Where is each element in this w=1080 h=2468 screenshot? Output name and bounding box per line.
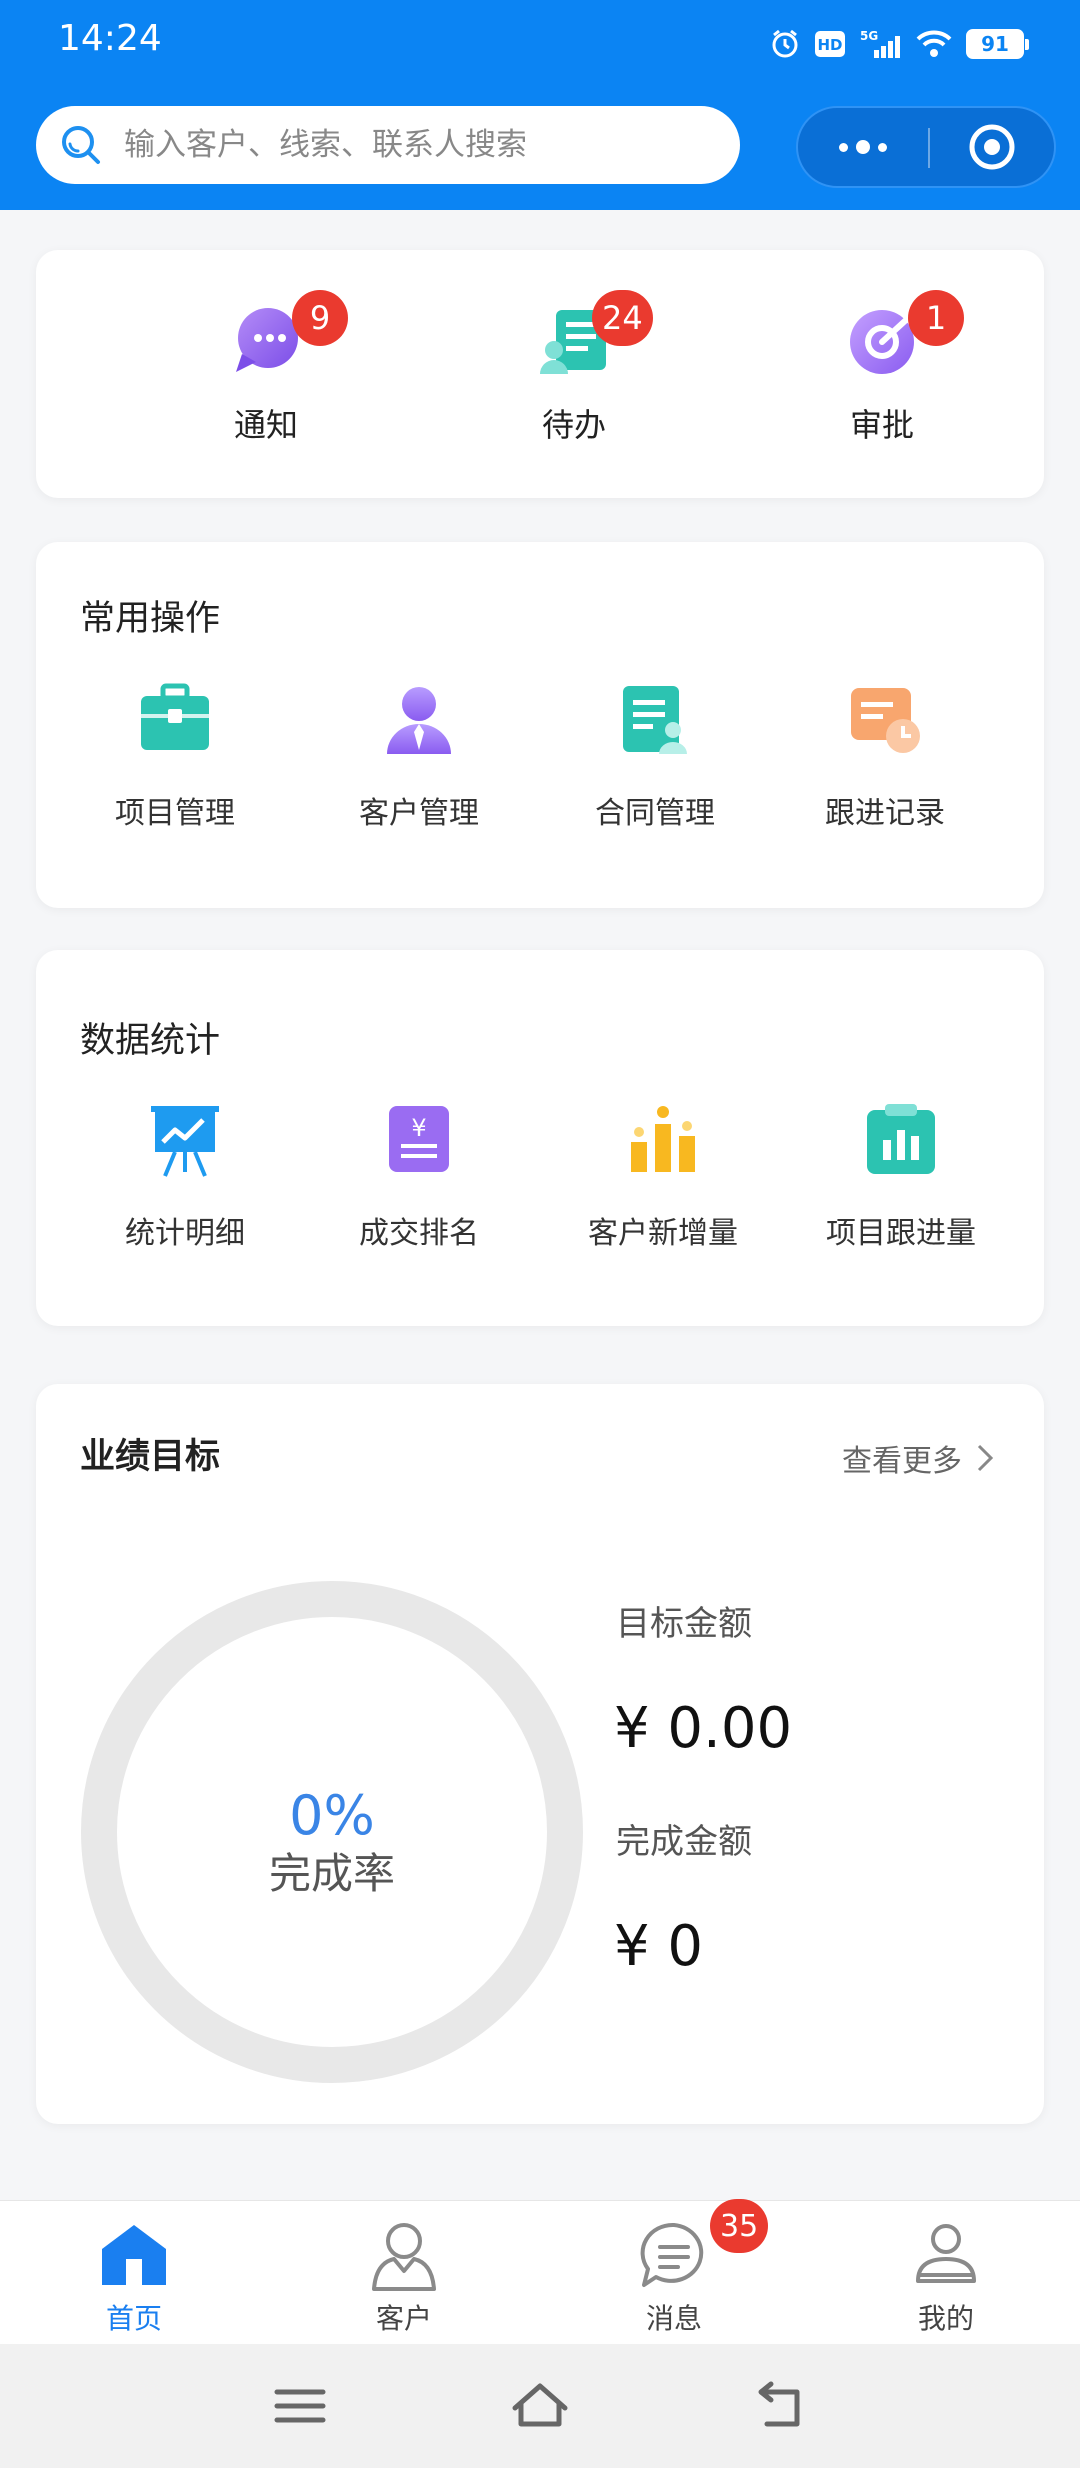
- presentation-chart-icon: [145, 1100, 225, 1180]
- status-bar: 14:24 HD 5G 91: [0, 0, 1080, 86]
- follow-up-icon: [845, 680, 925, 760]
- messages-badge: 35: [710, 2199, 769, 2253]
- dot: [839, 142, 848, 152]
- quick-item-label: 通知: [233, 406, 298, 444]
- quick-access-card: 9 通知 24 待办 1 审批: [36, 250, 1044, 498]
- target-amount-label: 目标金额: [616, 1604, 752, 1644]
- battery-icon: 91: [966, 29, 1029, 59]
- tab-label: 首页: [105, 2302, 162, 2335]
- hd-icon: HD: [814, 30, 846, 58]
- target-circle-icon: [969, 124, 1015, 170]
- chevron-right-icon: [977, 1444, 994, 1472]
- ops-item-label: 客户管理: [359, 796, 479, 831]
- tab-home[interactable]: 首页: [34, 2201, 234, 2345]
- dot: [856, 140, 870, 154]
- stats-title: 数据统计: [80, 1021, 221, 1061]
- notify-badge: 9: [292, 290, 348, 346]
- ops-item-label: 跟进记录: [825, 796, 945, 831]
- svg-text:5G: 5G: [860, 29, 878, 43]
- clipboard-chart-icon: [861, 1100, 941, 1180]
- ops-item-label: 项目管理: [115, 796, 235, 831]
- svg-text:¥: ¥: [411, 1114, 426, 1142]
- stats-card: 数据统计 统计明细 ¥ 成交排名 客户新增量 项目跟进量: [36, 950, 1044, 1326]
- bar-chart-icon: [623, 1100, 703, 1180]
- close-mini-program-button[interactable]: [930, 108, 1054, 186]
- stats-item-label: 统计明细: [125, 1216, 245, 1251]
- system-navigation-bar: [0, 2344, 1080, 2468]
- contract-icon: [615, 680, 695, 760]
- status-time: 14:24: [58, 18, 162, 59]
- back-icon[interactable]: [745, 2374, 815, 2438]
- search-bar[interactable]: [36, 106, 740, 184]
- common-ops-title: 常用操作: [80, 599, 221, 639]
- tab-label: 消息: [645, 2302, 702, 2335]
- performance-title: 业绩目标: [80, 1437, 221, 1477]
- svg-text:HD: HD: [817, 36, 842, 54]
- mini-program-capsule: [796, 106, 1056, 188]
- ops-item-label: 合同管理: [595, 796, 715, 831]
- message-icon: [638, 2219, 710, 2291]
- todo-badge: 24: [592, 290, 653, 346]
- stats-item-label: 客户新增量: [588, 1216, 738, 1251]
- customer-icon: [379, 680, 459, 760]
- search-icon: [58, 122, 104, 172]
- tab-customer[interactable]: 客户: [304, 2201, 504, 2345]
- bottom-tab-bar: 首页 客户 35 消息 我的: [0, 2199, 1080, 2345]
- see-more-label: 查看更多: [842, 1444, 962, 1479]
- search-input[interactable]: [124, 120, 714, 170]
- status-icons: HD 5G 91: [770, 24, 1029, 64]
- menu-icon[interactable]: [265, 2374, 335, 2438]
- user-icon: [910, 2219, 982, 2291]
- tab-mine[interactable]: 我的: [846, 2201, 1046, 2345]
- completion-label: 完成率: [268, 1849, 395, 1898]
- tab-label: 我的: [917, 2302, 974, 2335]
- dot: [878, 142, 887, 152]
- quick-item-label: 审批: [849, 406, 914, 444]
- tab-label: 客户: [375, 2302, 432, 2335]
- stats-item-label: 项目跟进量: [826, 1216, 976, 1251]
- briefcase-icon: [135, 680, 215, 760]
- more-menu-button[interactable]: [798, 108, 928, 186]
- 5g-signal-icon: 5G: [860, 28, 902, 60]
- tab-messages[interactable]: 35 消息: [574, 2199, 774, 2345]
- top-header: 14:24 HD 5G 91: [0, 0, 1080, 210]
- wifi-icon: [916, 29, 952, 59]
- done-amount-label: 完成金额: [616, 1822, 752, 1862]
- done-amount-value: ¥ 0: [614, 1914, 704, 1979]
- common-ops-card: 常用操作 项目管理 客户管理 合同管理 跟进记录: [36, 542, 1044, 908]
- target-amount-value: ¥ 0.00: [614, 1696, 793, 1761]
- alarm-icon: [770, 29, 800, 59]
- see-more-link[interactable]: 查看更多: [842, 1436, 996, 1480]
- home-nav-icon[interactable]: [505, 2374, 575, 2438]
- performance-card: 业绩目标 查看更多 0% 完成率 目标金额 ¥ 0.00 完成金额 ¥ 0: [36, 1384, 1044, 2124]
- completion-percent: 0%: [289, 1784, 375, 1847]
- person-icon: [368, 2219, 440, 2291]
- stats-item-label: 成交排名: [359, 1216, 479, 1251]
- approval-badge: 1: [908, 290, 964, 346]
- home-icon: [98, 2219, 170, 2291]
- quick-item-label: 待办: [541, 406, 606, 444]
- yen-document-icon: ¥: [379, 1100, 459, 1180]
